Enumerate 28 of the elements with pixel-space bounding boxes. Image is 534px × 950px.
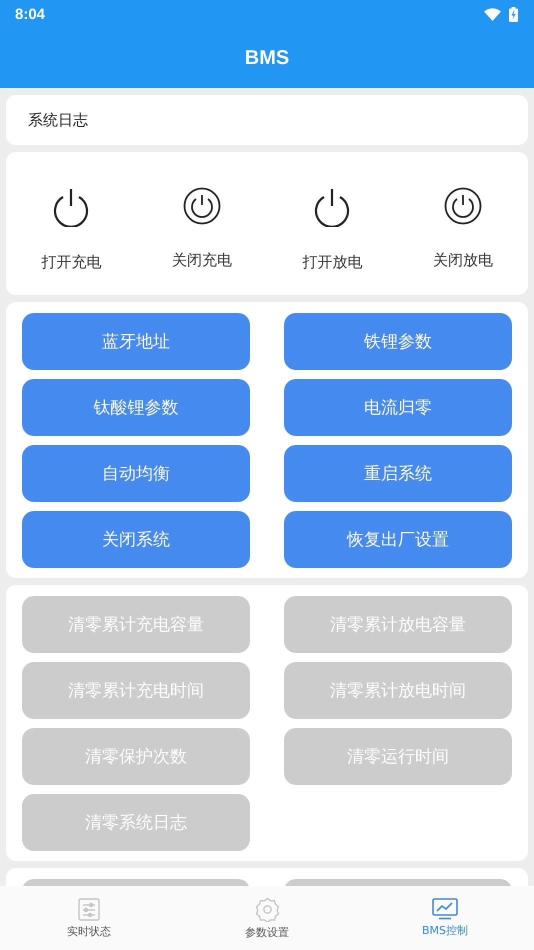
settings-icon [254, 896, 280, 922]
nav-tab[interactable]: 参数设置 [178, 886, 356, 950]
command-button[interactable]: 关闭系统 [22, 511, 250, 568]
power-control[interactable]: 关闭充电 [136, 152, 267, 295]
command-button[interactable]: 铁锂参数 [284, 313, 512, 370]
app-title: BMS [244, 46, 290, 70]
chart-monitor-icon [432, 898, 458, 920]
status-time: 8:04 [15, 6, 46, 22]
nav-tab[interactable]: 实时状态 [0, 886, 178, 950]
log-card[interactable]: 系统日志 [6, 95, 528, 145]
power-icon [444, 187, 482, 225]
command-button[interactable]: 恢复出厂设置 [284, 511, 512, 568]
power-icon [52, 187, 90, 227]
battery-icon [509, 6, 518, 22]
sliders-icon [78, 898, 100, 920]
power-control[interactable]: 打开充电 [6, 152, 136, 295]
power-control[interactable]: 打开放电 [267, 152, 398, 295]
nav-tab[interactable]: BMS控制 [356, 886, 534, 950]
command-button[interactable]: 电流归零 [284, 379, 512, 436]
command-button[interactable]: 自动均衡 [22, 445, 250, 502]
log-label: 系统日志 [28, 110, 88, 130]
power-icon [182, 187, 221, 225]
power-icon [313, 187, 352, 227]
command-button[interactable]: 钛酸锂参数 [22, 379, 250, 436]
command-button[interactable]: 蓝牙地址 [22, 313, 250, 370]
command-button[interactable]: 重启系统 [284, 445, 512, 502]
power-control[interactable]: 关闭放电 [398, 152, 528, 295]
wifi-icon [484, 8, 501, 20]
